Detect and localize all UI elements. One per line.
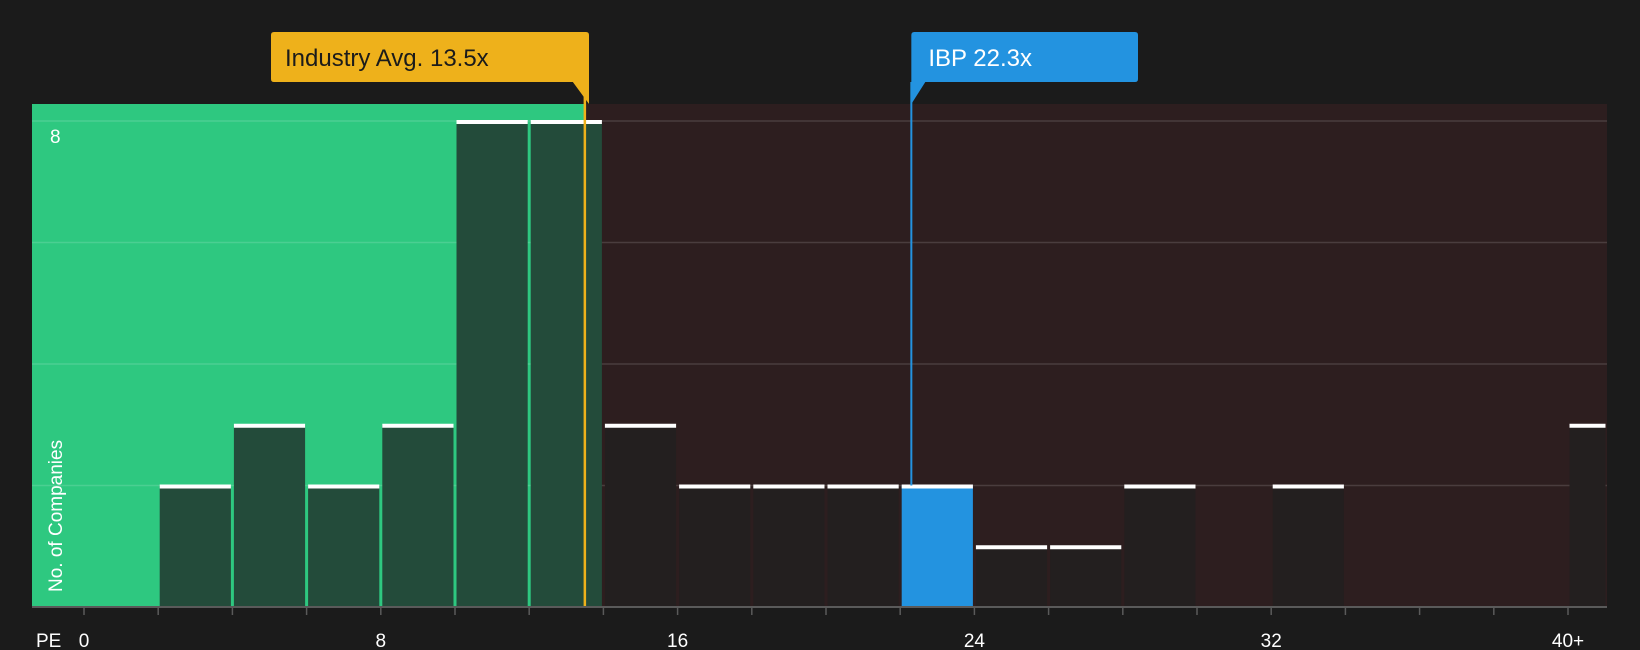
x-tick-label: 0 (79, 631, 90, 650)
histogram-bar (827, 485, 899, 607)
histogram-bar (1050, 546, 1122, 607)
bar-top-cap (456, 120, 528, 124)
histogram-bar (233, 424, 306, 607)
bar-top-cap (1272, 484, 1344, 489)
histogram-bar (530, 121, 602, 607)
histogram-bar (1569, 424, 1606, 607)
bar-top-cap (382, 423, 454, 428)
x-tick-label: 32 (1261, 631, 1282, 650)
bar-top-cap (753, 484, 825, 489)
y-tick-label: 8 (50, 127, 61, 148)
histogram-bar (604, 424, 677, 607)
bar-top-cap (827, 484, 899, 489)
company-bar (901, 485, 973, 607)
industry-average-label: Industry Avg. 13.5x (285, 45, 489, 72)
x-axis-label: PE (36, 631, 61, 650)
histogram-bar (308, 485, 380, 607)
bar-top-cap (679, 484, 751, 489)
histogram-bar (159, 485, 231, 607)
bar-top-cap (530, 120, 602, 124)
x-tick-label: 24 (964, 631, 986, 650)
histogram-bar (679, 485, 751, 607)
histogram-bar (1124, 485, 1196, 607)
x-tick-label: 16 (667, 631, 688, 650)
bar-top-cap (1050, 545, 1122, 550)
histogram-bar (753, 485, 825, 607)
x-tick-label: 8 (376, 631, 387, 650)
bar-top-cap (308, 484, 380, 489)
bar-top-cap (233, 423, 306, 428)
bar-top-cap (901, 484, 973, 489)
histogram-bar (975, 546, 1048, 607)
bar-top-cap (159, 484, 231, 489)
histogram-bar (382, 424, 454, 607)
histogram-bar (1272, 485, 1344, 607)
bar-top-cap (1124, 484, 1196, 489)
company-pe-label: IBP 22.3x (928, 45, 1032, 72)
y-axis-label: No. of Companies (46, 440, 67, 592)
pe-distribution-chart: Industry Avg. 13.5x IBP 22.3x 0 8 16 24 32 40+… (0, 0, 1640, 650)
x-tick-label: 40+ (1552, 631, 1584, 650)
histogram-bar (456, 121, 528, 607)
bar-top-cap (1569, 423, 1606, 428)
bar-top-cap (975, 545, 1048, 550)
bar-top-cap (604, 423, 677, 428)
